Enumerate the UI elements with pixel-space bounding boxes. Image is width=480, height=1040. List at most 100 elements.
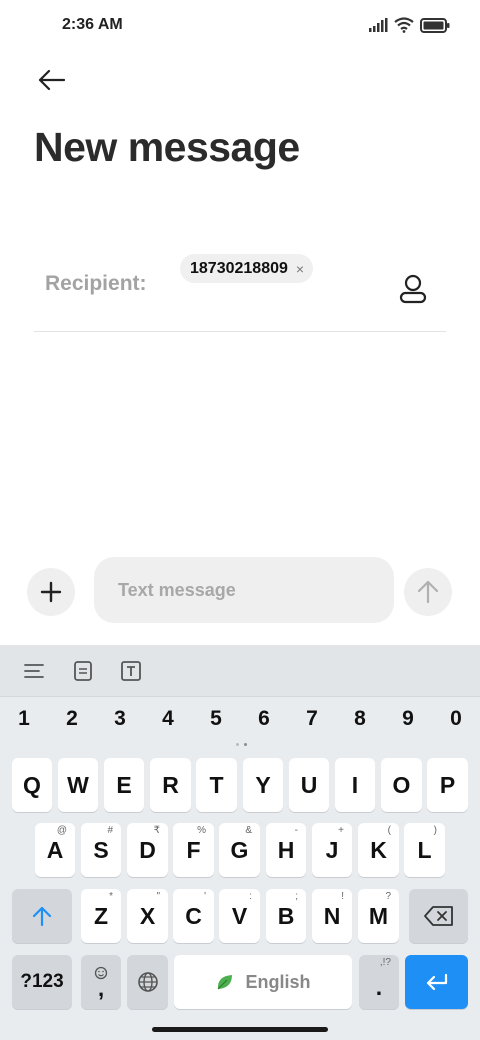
key-k-hint: (	[387, 825, 391, 836]
key-9[interactable]: 9	[393, 707, 423, 731]
send-arrow-icon	[417, 580, 439, 604]
language-key[interactable]	[127, 955, 168, 1009]
key-d[interactable]: ₹ D	[127, 823, 168, 877]
enter-key[interactable]	[405, 955, 468, 1009]
key-z[interactable]: * Z	[81, 889, 121, 943]
key-l[interactable]: ) L	[404, 823, 445, 877]
key-0[interactable]: 0	[441, 707, 471, 731]
key-n-hint: !	[341, 891, 344, 902]
key-h-label: H	[277, 836, 295, 863]
key-x-label: X	[139, 902, 156, 929]
status-bar: 2:36 AM	[0, 0, 480, 52]
key-a-hint: @	[56, 825, 67, 836]
select-contact-button[interactable]	[392, 268, 434, 310]
key-w[interactable]: W	[58, 758, 98, 812]
key-a[interactable]: @ A	[35, 823, 75, 877]
key-n[interactable]: ! N	[312, 889, 352, 943]
key-c-hint: '	[204, 891, 206, 902]
recipient-chip-number: 18730218809	[190, 259, 288, 277]
key-l-label: L	[417, 836, 432, 863]
status-icons	[368, 17, 450, 33]
menu-lines-icon[interactable]	[22, 659, 46, 683]
key-5[interactable]: 5	[201, 707, 231, 731]
attach-button[interactable]	[27, 568, 75, 616]
key-s[interactable]: # S	[81, 823, 121, 877]
page-title: New message	[34, 124, 300, 170]
key-h[interactable]: -H	[266, 823, 306, 877]
key-j-hint: +	[338, 825, 344, 836]
battery-icon	[420, 17, 450, 33]
key-l-hint: )	[433, 825, 437, 836]
key-b[interactable]: ; B	[266, 889, 306, 943]
shift-key[interactable]	[12, 889, 72, 943]
space-key[interactable]: English	[174, 955, 352, 1009]
key-z-label: Z	[93, 902, 109, 929]
remove-recipient-button[interactable]: ×	[296, 261, 304, 277]
key-g-label: G	[230, 836, 249, 863]
key-s-hint: #	[107, 825, 113, 836]
emoji-comma-key[interactable]: ,	[81, 955, 121, 1009]
key-b-label: B	[277, 902, 295, 929]
period-label: .	[375, 973, 383, 1000]
key-3[interactable]: 3	[105, 707, 135, 731]
plus-icon	[40, 581, 62, 603]
keyboard-page-dots	[236, 743, 247, 746]
number-row: 1 2 3 4 5 6 7 8 9 0	[0, 707, 480, 733]
key-h-hint: -	[294, 825, 298, 836]
key-z-hint: *	[109, 891, 113, 902]
text-format-icon[interactable]	[119, 659, 143, 683]
key-x[interactable]: " X	[127, 889, 168, 943]
key-k[interactable]: (K	[358, 823, 399, 877]
backspace-key[interactable]	[409, 889, 468, 943]
clipboard-icon[interactable]	[71, 659, 95, 683]
recipient-chip[interactable]: 18730218809 ×	[180, 254, 314, 283]
key-t[interactable]: T	[196, 758, 237, 812]
key-r[interactable]: R	[150, 758, 191, 812]
back-button[interactable]	[30, 62, 74, 98]
key-o[interactable]: O	[381, 758, 422, 812]
status-time: 2:36 AM	[62, 16, 123, 33]
key-f[interactable]: % F	[173, 823, 214, 877]
key-s-label: S	[93, 836, 109, 863]
key-8[interactable]: 8	[345, 707, 375, 731]
key-c-label: C	[185, 902, 202, 929]
key-2[interactable]: 2	[57, 707, 87, 731]
enter-icon	[426, 973, 447, 991]
wifi-icon	[394, 17, 414, 33]
key-g-hint: &	[245, 825, 252, 836]
key-6[interactable]: 6	[249, 707, 279, 731]
key-i[interactable]: I	[335, 758, 375, 812]
key-1[interactable]: 1	[9, 707, 39, 731]
key-f-label: F	[186, 836, 201, 863]
send-button[interactable]	[404, 568, 452, 616]
key-d-hint: ₹	[153, 825, 160, 836]
key-p[interactable]: P	[427, 758, 468, 812]
key-q[interactable]: Q	[12, 758, 52, 812]
key-x-hint: "	[156, 891, 160, 902]
message-input[interactable]	[94, 557, 394, 623]
keyboard-toolbar	[0, 645, 480, 697]
key-m[interactable]: ? M	[358, 889, 399, 943]
key-v[interactable]: :V	[219, 889, 260, 943]
key-c[interactable]: ' C	[173, 889, 214, 943]
keyboard: 1 2 3 4 5 6 7 8 9 0 Q W E R T Y U I O P …	[0, 645, 480, 1040]
numbers-toggle-key[interactable]: ?123	[12, 955, 72, 1009]
key-7[interactable]: 7	[297, 707, 327, 731]
key-y[interactable]: Y	[243, 758, 283, 812]
composer	[0, 556, 480, 624]
globe-icon	[137, 972, 158, 992]
key-e[interactable]: E	[104, 758, 144, 812]
comma-label: ,	[97, 976, 105, 1001]
shift-icon	[32, 906, 52, 927]
back-arrow-icon	[38, 70, 66, 90]
contact-icon	[399, 274, 427, 304]
period-hint: ,!?	[379, 957, 391, 968]
key-u[interactable]: U	[289, 758, 329, 812]
period-key[interactable]: ,!? .	[359, 955, 399, 1009]
key-d-label: D	[139, 836, 156, 863]
key-g[interactable]: & G	[219, 823, 260, 877]
key-v-label: V	[231, 902, 248, 929]
key-j[interactable]: + J	[312, 823, 352, 877]
key-j-label: J	[325, 836, 339, 863]
key-4[interactable]: 4	[153, 707, 183, 731]
